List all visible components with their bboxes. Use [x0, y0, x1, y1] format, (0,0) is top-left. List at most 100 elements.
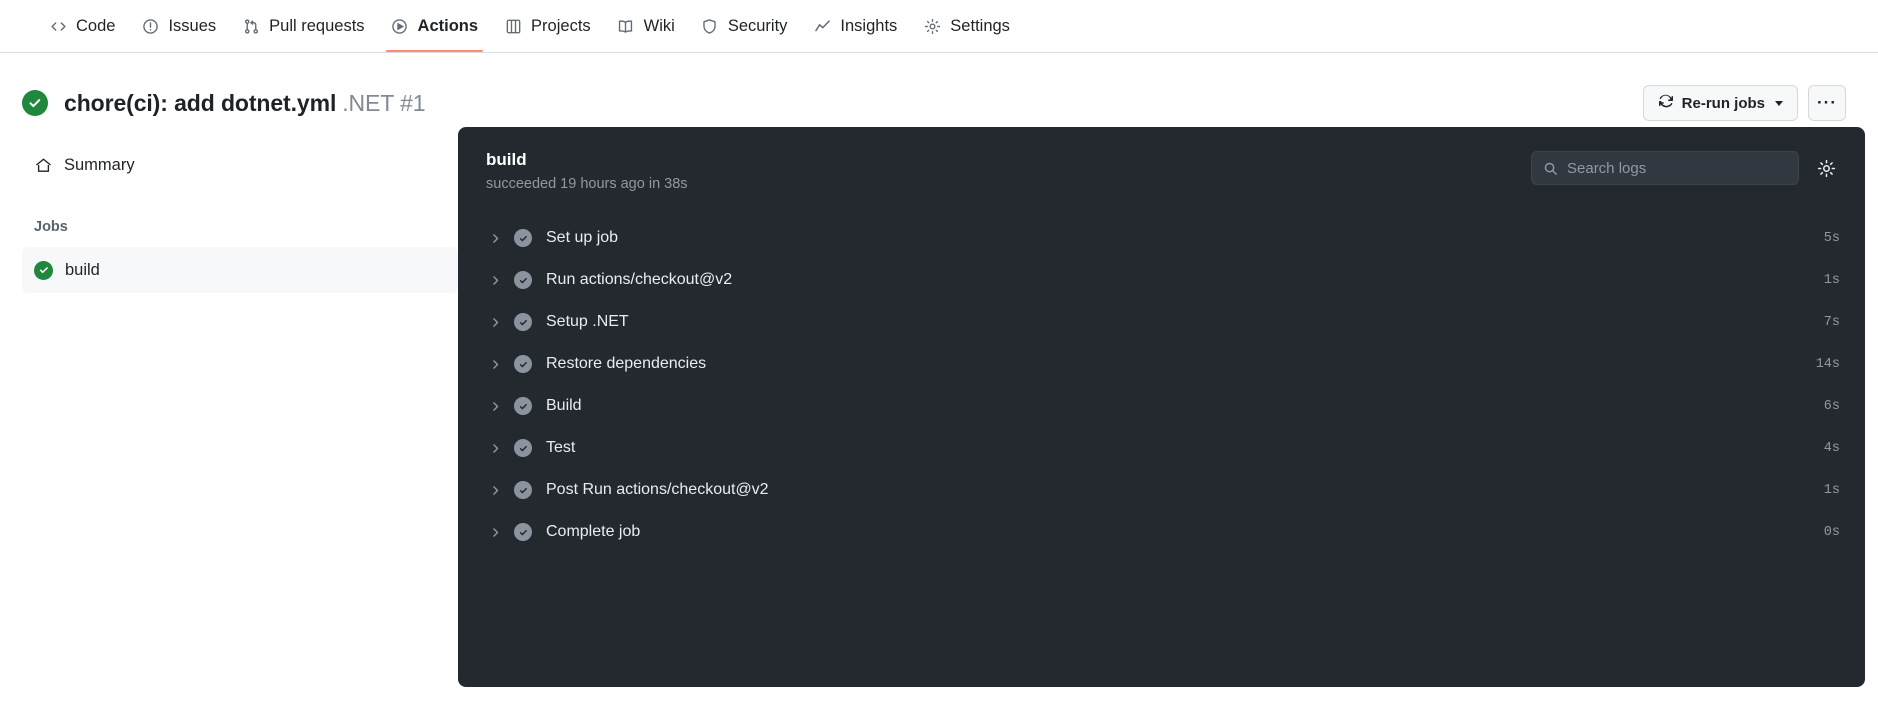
- log-step-duration: 7s: [1823, 314, 1840, 330]
- nav-tab-settings[interactable]: Settings: [910, 0, 1023, 52]
- step-status-check-icon: [514, 313, 532, 331]
- rerun-jobs-label: Re-run jobs: [1681, 94, 1765, 112]
- log-step-name: Complete job: [546, 523, 641, 540]
- chevron-right-icon[interactable]: [486, 397, 504, 415]
- workflow-run-header: chore(ci): add dotnet.yml .NET #1 Re-run …: [0, 53, 1878, 127]
- log-step-row[interactable]: Post Run actions/checkout@v2 1s: [458, 469, 1865, 511]
- nav-tab-label: Insights: [840, 16, 898, 35]
- step-status-check-icon: [514, 355, 532, 373]
- check-circle-icon: [34, 260, 53, 280]
- nav-tab-label: Settings: [950, 16, 1010, 35]
- repository-nav: Code Issues Pull requests Actions Projects Wi…: [0, 0, 1878, 53]
- nav-tab-issues[interactable]: Issues: [128, 0, 229, 52]
- code-icon: [49, 17, 67, 35]
- nav-tab-label: Wiki: [643, 16, 675, 35]
- nav-tab-label: Actions: [417, 16, 479, 35]
- nav-tab-label: Pull requests: [269, 16, 365, 35]
- job-status-text: succeeded 19 hours ago in 38s: [486, 175, 688, 192]
- play-icon: [391, 17, 409, 35]
- log-step-row[interactable]: Run actions/checkout@v2 1s: [458, 259, 1865, 301]
- chevron-down-icon: [1775, 100, 1783, 106]
- sidebar-job-build[interactable]: build: [22, 247, 458, 293]
- chevron-right-icon[interactable]: [486, 481, 504, 499]
- run-body: Summary Jobs build build succeeded 19 ho…: [0, 127, 1878, 704]
- page-title: chore(ci): add dotnet.yml .NET #1: [64, 90, 426, 117]
- job-name: build: [486, 150, 527, 169]
- more-options-button[interactable]: ···: [1808, 85, 1846, 121]
- job-steps-list: Set up job 5s Run actions/checkout@v2 1s Set…: [458, 213, 1865, 553]
- log-step-row[interactable]: Setup .NET 7s: [458, 301, 1865, 343]
- run-sidebar: Summary Jobs build: [22, 127, 458, 293]
- nav-tab-security[interactable]: Security: [688, 0, 801, 52]
- log-step-duration: 14s: [1815, 356, 1840, 372]
- search-logs-box[interactable]: [1531, 151, 1799, 185]
- step-status-check-icon: [514, 229, 532, 247]
- shield-icon: [701, 17, 719, 35]
- log-step-row[interactable]: Restore dependencies 14s: [458, 343, 1865, 385]
- log-step-duration: 5s: [1823, 230, 1840, 246]
- issue-opened-icon: [141, 17, 159, 35]
- log-step-name: Build: [546, 397, 582, 414]
- log-step-duration: 1s: [1823, 272, 1840, 288]
- job-log-panel: build succeeded 19 hours ago in 38s Sear…: [458, 127, 1865, 687]
- log-step-name: Setup .NET: [546, 313, 629, 330]
- nav-tab-label: Projects: [531, 16, 591, 35]
- chevron-right-icon[interactable]: [486, 313, 504, 331]
- nav-tab-label: Issues: [168, 16, 217, 35]
- nav-tab-code[interactable]: Code: [36, 0, 128, 52]
- step-status-check-icon: [514, 481, 532, 499]
- log-step-name: Set up job: [546, 229, 619, 246]
- step-status-check-icon: [514, 397, 532, 415]
- step-status-check-icon: [514, 271, 532, 289]
- log-step-duration: 1s: [1823, 482, 1840, 498]
- chevron-right-icon[interactable]: [486, 229, 504, 247]
- chevron-right-icon[interactable]: [486, 523, 504, 541]
- nav-tab-label: Security: [727, 16, 788, 35]
- log-step-row[interactable]: Build 6s: [458, 385, 1865, 427]
- graph-icon: [813, 17, 831, 35]
- repository-nav-list: Code Issues Pull requests Actions Projects Wi…: [36, 0, 1023, 52]
- search-logs-input[interactable]: [1567, 159, 1787, 177]
- sidebar-job-label: build: [65, 260, 100, 279]
- chevron-right-icon[interactable]: [486, 355, 504, 373]
- step-status-check-icon: [514, 523, 532, 541]
- log-step-name: Test: [546, 439, 576, 456]
- run-title-text: chore(ci): add dotnet.yml: [64, 89, 337, 116]
- chevron-right-icon[interactable]: [486, 271, 504, 289]
- log-step-name: Restore dependencies: [546, 355, 707, 372]
- run-title-group: chore(ci): add dotnet.yml .NET #1: [22, 90, 426, 117]
- log-step-duration: 4s: [1823, 440, 1840, 456]
- log-settings-gear-icon[interactable]: [1815, 157, 1837, 179]
- nav-tab-projects[interactable]: Projects: [491, 0, 604, 52]
- sidebar-jobs-list: build: [22, 247, 458, 293]
- log-step-row[interactable]: Complete job 0s: [458, 511, 1865, 553]
- log-step-name: Run actions/checkout@v2: [546, 271, 733, 288]
- log-step-duration: 6s: [1823, 398, 1840, 414]
- search-icon: [1543, 161, 1558, 176]
- job-log-tools: [1531, 151, 1837, 185]
- sync-icon: [1658, 93, 1674, 113]
- step-status-check-icon: [514, 439, 532, 457]
- chevron-right-icon[interactable]: [486, 439, 504, 457]
- run-workflow-name: .NET #1: [342, 89, 426, 116]
- log-step-duration: 0s: [1823, 524, 1840, 540]
- job-log-header: build succeeded 19 hours ago in 38s: [458, 127, 1865, 213]
- nav-tab-pull-requests[interactable]: Pull requests: [229, 0, 377, 52]
- log-step-row[interactable]: Test 4s: [458, 427, 1865, 469]
- job-log-title-group: build succeeded 19 hours ago in 38s: [486, 149, 688, 192]
- kebab-horizontal-icon: ···: [1817, 93, 1837, 112]
- check-circle-icon: [22, 90, 48, 116]
- log-step-row[interactable]: Set up job 5s: [458, 217, 1865, 259]
- nav-tab-insights[interactable]: Insights: [800, 0, 910, 52]
- nav-tab-wiki[interactable]: Wiki: [604, 0, 688, 52]
- header-actions: Re-run jobs ···: [1642, 85, 1846, 121]
- git-pull-request-icon: [242, 17, 260, 35]
- rerun-jobs-button[interactable]: Re-run jobs: [1642, 85, 1798, 121]
- gear-icon: [923, 17, 941, 35]
- table-icon: [504, 17, 522, 35]
- sidebar-item-summary-label: Summary: [64, 155, 135, 174]
- sidebar-jobs-heading: Jobs: [34, 219, 68, 235]
- nav-tab-label: Code: [76, 16, 116, 35]
- nav-tab-actions[interactable]: Actions: [378, 0, 492, 52]
- sidebar-item-summary[interactable]: Summary: [22, 147, 458, 183]
